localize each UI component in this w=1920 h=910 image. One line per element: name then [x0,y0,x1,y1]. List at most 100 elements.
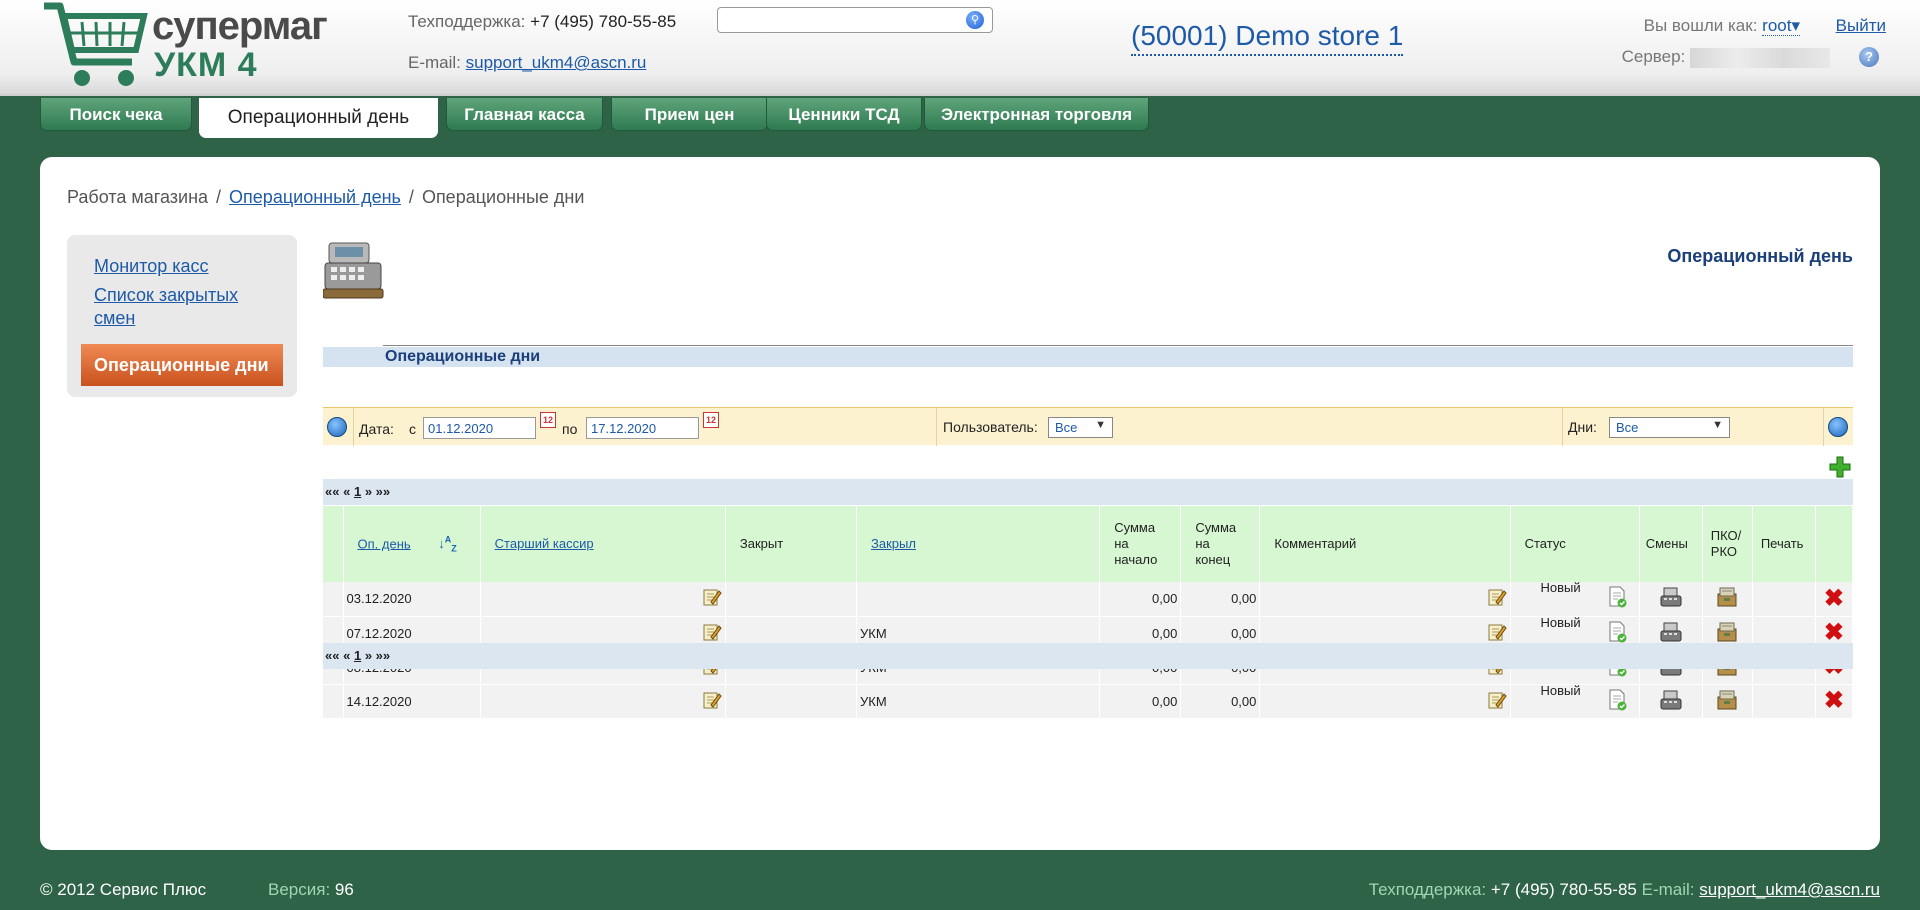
delete-icon[interactable]: ✖ [1824,687,1844,714]
logout-link[interactable]: Выйти [1836,16,1886,36]
status-document-icon[interactable] [1608,586,1628,611]
table-row[interactable]: 03.12.2020 0,00 0,00 Новый ✖ [323,580,1854,617]
operational-days-table: Оп. день ↓AZ Старший кассир Закрыт Закры… [323,506,1854,719]
pager-page[interactable]: 1 [354,484,361,499]
pager-page[interactable]: 1 [354,648,361,663]
filter-divider [936,408,937,446]
support-phone: +7 (495) 780-55-85 [530,12,677,31]
edit-icon[interactable] [1487,622,1507,645]
edit-icon[interactable] [702,690,722,713]
sidebar-item-closed-shifts[interactable]: Список закрытых смен [94,284,264,330]
cell-shifts [1639,684,1703,719]
sidebar-item-cash-monitor[interactable]: Монитор касс [94,255,297,278]
edit-icon[interactable] [1487,587,1507,610]
email-label: E-mail: [408,53,461,72]
cell-closed [725,684,858,719]
cell-closed-by: УКМ [856,684,1101,719]
pager-prev[interactable]: « [343,648,350,663]
cell-comment [1259,582,1511,617]
add-icon[interactable] [1829,456,1851,478]
tab-receipt-search[interactable]: Поиск чека [40,98,192,131]
pager-prev[interactable]: « [343,484,350,499]
pager-next[interactable]: » [365,648,372,663]
shifts-register-icon[interactable] [1660,586,1682,611]
pager-top: «« « 1 » »» [323,479,1853,505]
apply-filter-icon[interactable] [1828,417,1848,437]
date-label: Дата: [359,421,394,437]
row-selector[interactable] [323,582,344,617]
pager-first[interactable]: «« [325,484,339,499]
sort-az-icon[interactable]: ↓AZ [438,535,457,554]
cell-delete: ✖ [1815,582,1854,617]
sort-closed-by-link[interactable]: Закрыл [871,536,916,551]
row-selector[interactable] [323,684,344,719]
store-selector[interactable]: (50001) Demo store 1 [1131,20,1404,56]
edit-icon[interactable] [1487,690,1507,713]
help-icon[interactable]: ? [1859,47,1879,67]
search-input[interactable] [722,9,952,31]
user-filter-label: Пользователь: [943,419,1038,435]
support-email-link[interactable]: support_ukm4@ascn.ru [466,53,647,72]
shifts-register-icon[interactable] [1660,621,1682,646]
supermag-logo[interactable]: супермаг УКМ 4 [40,0,328,90]
status-document-icon[interactable] [1608,621,1628,646]
table-row[interactable]: 14.12.2020 УКМ 0,00 0,00 Новый ✖ [323,683,1854,719]
calendar-icon[interactable]: 12 [540,412,556,428]
tab-main-cashbox[interactable]: Главная касса [446,98,603,131]
pko-rko-icon[interactable] [1716,689,1738,714]
cell-pko-rko [1702,684,1753,719]
delete-icon[interactable]: ✖ [1824,585,1844,612]
status-text: Новый [1540,614,1581,630]
breadcrumb-link-operational-day[interactable]: Операционный день [229,187,401,207]
sort-senior-cashier-link[interactable]: Старший кассир [495,536,594,551]
cell-op-day: 03.12.2020 [343,582,481,617]
edit-icon[interactable] [702,587,722,610]
pager-first[interactable]: «« [325,648,339,663]
days-filter-value: Все [1616,420,1639,435]
header-senior-cashier: Старший кассир [480,506,726,582]
breadcrumb-root: Работа магазина [67,187,209,207]
delete-icon[interactable]: ✖ [1824,619,1844,646]
calendar-icon[interactable]: 12 [703,412,719,428]
cell-senior-cashier [480,582,726,617]
edit-icon[interactable] [702,622,722,645]
cell-delete: ✖ [1815,684,1854,719]
filter-divider [1562,408,1563,446]
status-document-icon[interactable] [1608,689,1628,714]
user-name: root [1762,16,1792,35]
pko-rko-icon[interactable] [1716,586,1738,611]
tab-operational-day[interactable]: Операционный день [199,98,438,138]
sort-op-day-link[interactable]: Оп. день [358,536,411,551]
pager-last[interactable]: »» [376,484,390,499]
days-filter-select[interactable]: Все ▼ [1609,417,1730,438]
cell-closed [725,582,858,617]
user-filter-select[interactable]: Все ▼ [1048,417,1113,438]
footer-email-link[interactable]: support_ukm4@ascn.ru [1699,880,1880,899]
page-title: Операционные дни [385,348,541,365]
date-to-input[interactable]: 17.12.2020 [586,417,699,439]
pager-last[interactable]: »» [376,648,390,663]
header-sum-start: Сумма на начало [1099,506,1182,582]
sidebar-item-operational-days[interactable]: Операционные дни [81,344,283,386]
header-selector [323,506,344,582]
support-label: Техподдержка: [408,12,526,31]
tab-price-receipt[interactable]: Прием цен [611,98,768,131]
tab-tsd-labels[interactable]: Ценники ТСД [766,98,922,131]
user-menu[interactable]: root▾ [1762,16,1800,36]
pager-next[interactable]: » [365,484,372,499]
login-info: Вы вошли как: root▾ [1644,16,1800,36]
status-text: Новый [1540,580,1581,596]
date-from-input[interactable]: 01.12.2020 [423,417,536,439]
days-filter-label: Дни: [1568,419,1597,435]
refresh-icon[interactable] [327,417,347,437]
shifts-register-icon[interactable] [1660,689,1682,714]
footer: © 2012 Сервис Плюс Версия: 96 Техподдерж… [0,870,1920,910]
pko-rko-icon[interactable] [1716,621,1738,646]
login-label: Вы вошли как: [1643,16,1758,35]
search-icon[interactable]: ⚲ [966,11,984,29]
cell-sum-start: 0,00 [1099,684,1182,719]
cell-sum-end: 0,00 [1180,582,1261,617]
tab-ecommerce[interactable]: Электронная торговля [924,98,1149,131]
header-email: E-mail: support_ukm4@ascn.ru [408,53,646,73]
header-closed-by: Закрыл [856,506,1101,582]
